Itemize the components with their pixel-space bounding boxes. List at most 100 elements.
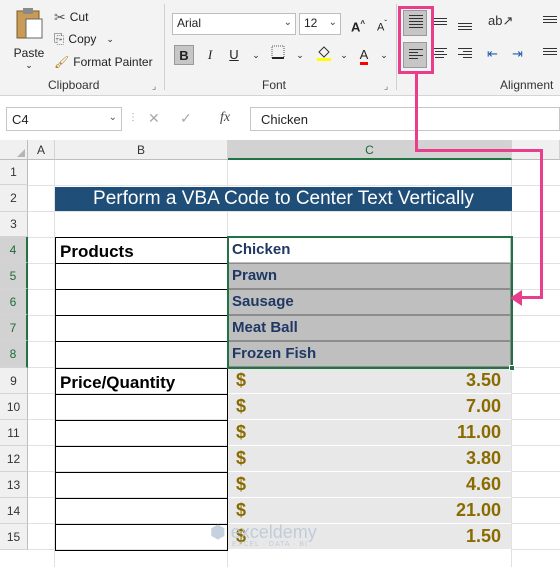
chevron-down-icon[interactable]: ⌄: [290, 45, 310, 65]
cut-button[interactable]: ✂ Cut: [54, 7, 88, 27]
underline-button[interactable]: U: [224, 45, 244, 65]
sheet-title[interactable]: Perform a VBA Code to Center Text Vertic…: [55, 187, 512, 211]
row-header-7[interactable]: 7: [0, 315, 28, 341]
table-cell[interactable]: [55, 263, 228, 290]
price-cell[interactable]: $21.00: [228, 498, 511, 524]
table-cell[interactable]: [55, 420, 228, 447]
chevron-down-icon[interactable]: ⌄: [246, 45, 266, 65]
row-header-2[interactable]: 2: [0, 185, 28, 212]
font-color-icon: A: [359, 48, 369, 65]
decrease-indent-icon: ⇤: [487, 46, 498, 61]
row-header-8[interactable]: 8: [0, 341, 28, 368]
table-cell[interactable]: [55, 289, 228, 316]
shrink-font-button[interactable]: Aˇ: [372, 14, 392, 34]
bottom-align-button[interactable]: [453, 10, 477, 36]
products-header-cell[interactable]: Products: [55, 237, 228, 264]
row-header-1[interactable]: 1: [0, 160, 28, 185]
currency-symbol: $: [236, 500, 247, 520]
name-box[interactable]: C4 ⌄: [6, 107, 122, 131]
price-cell[interactable]: $3.80: [228, 446, 511, 472]
chevron-down-icon[interactable]: ⌄: [374, 45, 394, 65]
table-cell[interactable]: [55, 498, 228, 525]
clipboard-group-label: Clipboard: [48, 78, 100, 92]
price-value: 21.00: [455, 500, 501, 520]
row-header-13[interactable]: 13: [0, 472, 28, 498]
orientation-button[interactable]: ab↗: [484, 10, 513, 36]
price-value: 7.00: [465, 396, 501, 416]
row-header-11[interactable]: 11: [0, 420, 28, 446]
formula-bar: C4 ⌄ ⋮ ✕ ✓ fx Chicken: [0, 104, 560, 132]
italic-button[interactable]: I: [200, 45, 220, 65]
table-cell[interactable]: [55, 315, 228, 342]
bottom-align-icon: [458, 23, 472, 32]
annotation-box: [398, 6, 434, 74]
row-header-3[interactable]: 3: [0, 212, 28, 237]
borders-button[interactable]: [268, 45, 288, 65]
row-header-4[interactable]: 4: [0, 237, 28, 263]
row-header-9[interactable]: 9: [0, 368, 28, 394]
fill-color-button[interactable]: [314, 45, 334, 65]
borders-icon: [271, 45, 285, 59]
dialog-launcher-icon[interactable]: ⌟: [384, 81, 388, 92]
row-header-14[interactable]: 14: [0, 498, 28, 524]
align-right-button[interactable]: [453, 42, 477, 68]
table-cell[interactable]: [55, 394, 228, 421]
font-name-select[interactable]: Arial ⌄: [172, 13, 296, 35]
table-cell[interactable]: [55, 446, 228, 473]
middle-align-icon: [433, 18, 447, 27]
align-right-icon: [458, 48, 472, 60]
copy-label: Copy: [68, 32, 97, 46]
price-header-cell[interactable]: Price/Quantity: [55, 368, 228, 395]
watermark-logo: ⬢ exceldemy EXCEL · DATA · BI: [210, 522, 317, 548]
select-all-corner[interactable]: [0, 140, 28, 160]
currency-symbol: $: [236, 370, 247, 390]
formula-input[interactable]: Chicken: [250, 107, 560, 131]
copy-button[interactable]: ⎘ Copy ⌄: [54, 29, 114, 49]
format-painter-button[interactable]: 🖌 Format Painter: [54, 52, 153, 72]
paste-button[interactable]: Paste ⌄: [8, 6, 50, 72]
table-cell[interactable]: [55, 341, 228, 369]
separator: [164, 4, 165, 90]
table-cell[interactable]: [55, 472, 228, 499]
row-header-10[interactable]: 10: [0, 394, 28, 420]
bold-button[interactable]: B: [174, 45, 194, 65]
row-header-15[interactable]: 15: [0, 524, 28, 550]
watermark-brand: exceldemy: [230, 522, 317, 542]
merge-center-button[interactable]: [538, 42, 560, 68]
row-header-6[interactable]: 6: [0, 289, 28, 315]
merge-center-icon: [543, 48, 557, 57]
ribbon: Paste ⌄ ✂ Cut ⎘ Copy ⌄ 🖌 Format Painter …: [0, 0, 560, 96]
chevron-down-icon: ⌄: [106, 33, 114, 44]
grow-font-button[interactable]: A^: [348, 14, 368, 34]
price-cell[interactable]: $4.60: [228, 472, 511, 498]
dialog-launcher-icon[interactable]: ⌟: [152, 81, 156, 92]
column-header-b[interactable]: B: [55, 140, 228, 160]
font-color-button[interactable]: A: [354, 45, 374, 65]
price-value: 3.80: [465, 448, 501, 468]
alignment-group-label: Alignment: [500, 78, 554, 92]
row-header-12[interactable]: 12: [0, 446, 28, 472]
row-header-5[interactable]: 5: [0, 263, 28, 289]
price-value: 3.50: [465, 370, 501, 390]
table-cell[interactable]: [55, 524, 228, 551]
italic-icon: I: [207, 47, 213, 62]
chevron-down-icon[interactable]: ⌄: [334, 45, 354, 65]
wrap-text-icon: [543, 16, 557, 25]
price-cell[interactable]: $11.00: [228, 420, 511, 446]
insert-function-icon[interactable]: fx: [220, 110, 230, 126]
decrease-indent-button[interactable]: ⇤: [484, 42, 508, 68]
paintbrush-icon: 🖌: [54, 55, 70, 69]
scissors-icon: ✂: [54, 8, 66, 25]
fill-handle[interactable]: [509, 365, 515, 371]
select-all-icon: [17, 149, 25, 157]
cancel-icon[interactable]: ✕: [148, 110, 160, 127]
font-size-select[interactable]: 12 ⌄: [299, 13, 341, 35]
price-cell[interactable]: $7.00: [228, 394, 511, 420]
formula-bar-grip-icon: ⋮: [128, 112, 138, 123]
separator: [396, 4, 397, 90]
column-header-a[interactable]: A: [28, 140, 55, 160]
price-cell[interactable]: $3.50: [228, 368, 511, 394]
increase-indent-button[interactable]: ⇥: [509, 42, 533, 68]
wrap-text-button[interactable]: [538, 10, 560, 36]
enter-icon[interactable]: ✓: [180, 110, 192, 127]
